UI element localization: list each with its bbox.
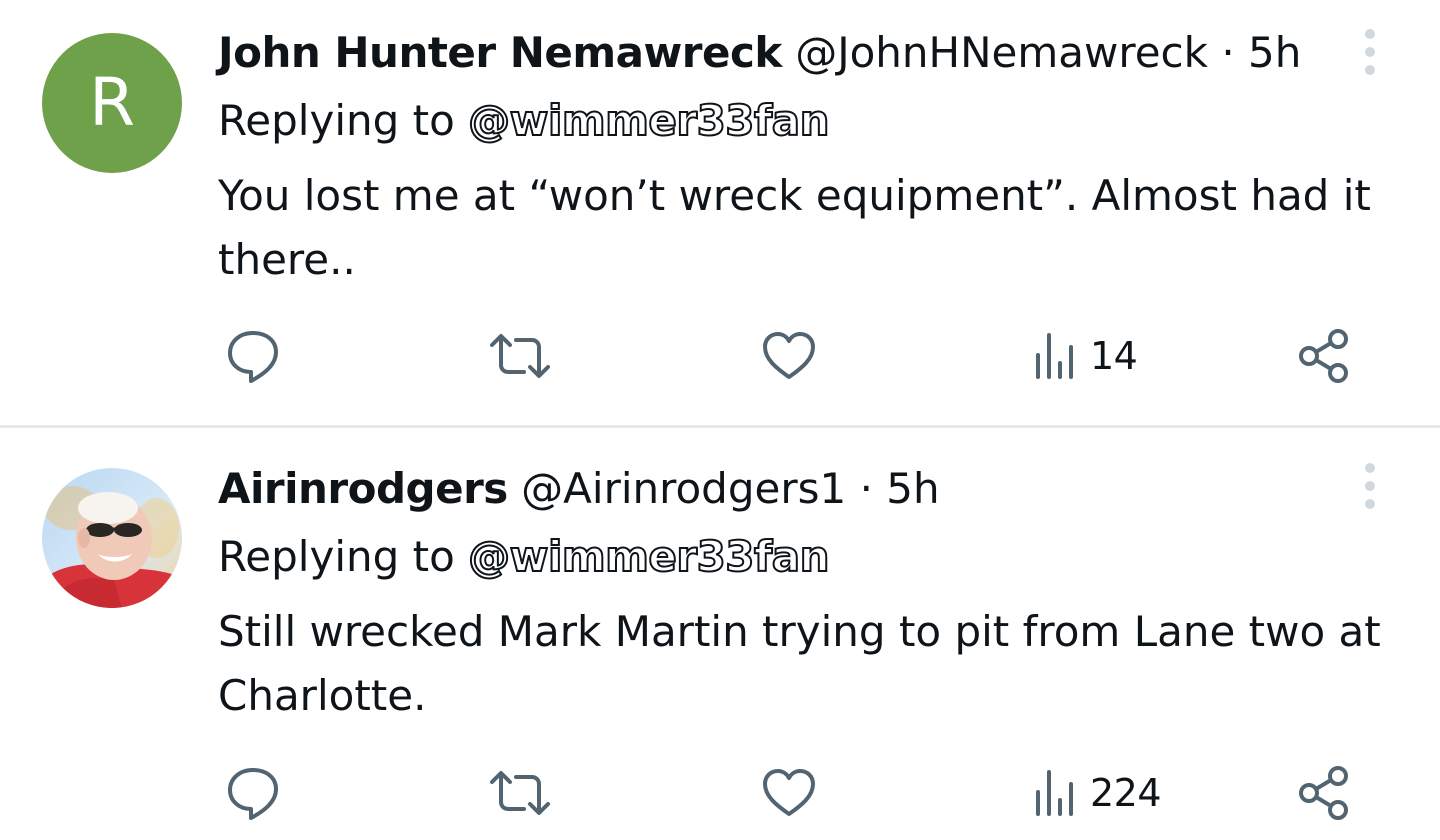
reply-bubble-icon (228, 331, 278, 383)
heart-icon (763, 332, 815, 379)
share-button[interactable] (1294, 326, 1356, 386)
timestamp[interactable]: 5h (886, 464, 939, 513)
display-name[interactable]: John Hunter Nemawreck (218, 28, 782, 77)
share-icon (1299, 766, 1348, 820)
tweet[interactable]: Airinrodgers @Airinrodgers1 · 5h Replyin… (0, 428, 1440, 840)
tweet-text: Still wrecked Mark Martin trying to pit … (218, 607, 1381, 720)
replying-to-line: Replying to @wimmer33fan (218, 531, 831, 583)
tweet-text: You lost me at “won’t wreck equipment”. … (218, 171, 1371, 284)
avatar[interactable] (42, 468, 182, 608)
tweet[interactable]: R John Hunter Nemawreck @JohnHNemawreck … (0, 0, 1440, 425)
share-button[interactable] (1294, 763, 1356, 823)
more-options-button[interactable] (1352, 456, 1388, 516)
views-count: 14 (1090, 334, 1138, 378)
tweet-header: John Hunter Nemawreck @JohnHNemawreck · … (218, 27, 1301, 79)
replying-to-handle[interactable]: @wimmer33fan (467, 95, 830, 146)
separator-dot: · (1221, 28, 1235, 77)
tweet-header: Airinrodgers @Airinrodgers1 · 5h (218, 463, 940, 515)
user-handle[interactable]: @Airinrodgers1 (521, 464, 846, 513)
action-bar: 14 (0, 326, 1440, 386)
retweet-button[interactable] (486, 326, 554, 386)
share-icon (1299, 329, 1348, 383)
replying-label: Replying to (218, 532, 469, 581)
user-handle[interactable]: @JohnHNemawreck (795, 28, 1208, 77)
timestamp[interactable]: 5h (1248, 28, 1301, 77)
retweet-icon (490, 771, 550, 815)
more-vertical-icon (1365, 29, 1375, 75)
like-button[interactable] (758, 326, 820, 386)
retweet-button[interactable] (486, 763, 554, 823)
action-bar: 224 (0, 763, 1440, 823)
views-bar-chart-icon (1036, 770, 1073, 816)
replying-to-handle[interactable]: @wimmer33fan (467, 531, 830, 582)
views-count: 224 (1090, 771, 1162, 815)
display-name[interactable]: Airinrodgers (218, 464, 508, 513)
reply-bubble-icon (228, 768, 278, 820)
like-button[interactable] (758, 763, 820, 823)
avatar-letter: R (89, 64, 135, 141)
avatar[interactable]: R (42, 33, 182, 173)
heart-icon (763, 769, 815, 816)
profile-photo-icon (42, 468, 182, 608)
replying-to-line: Replying to @wimmer33fan (218, 95, 831, 147)
more-options-button[interactable] (1352, 22, 1388, 82)
retweet-icon (490, 334, 550, 378)
more-vertical-icon (1365, 463, 1375, 509)
separator-dot: · (859, 464, 873, 513)
reply-button[interactable] (222, 763, 284, 823)
views-bar-chart-icon (1036, 333, 1073, 379)
replying-label: Replying to (218, 96, 469, 145)
views-button[interactable]: 14 (1030, 326, 1138, 386)
reply-button[interactable] (222, 326, 284, 386)
views-button[interactable]: 224 (1030, 763, 1162, 823)
